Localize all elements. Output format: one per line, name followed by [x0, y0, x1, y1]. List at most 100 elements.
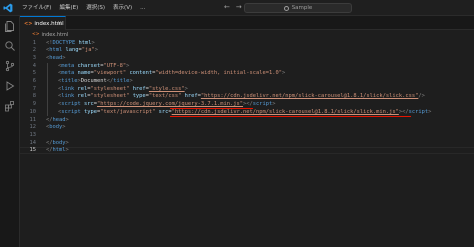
code-token: script [252, 101, 273, 108]
code-token: > [428, 108, 432, 115]
code-token: "stylesheet" [90, 93, 130, 100]
search-label: Sample [291, 5, 313, 11]
breadcrumb: <> index.html [20, 30, 474, 39]
run-debug-icon[interactable] [4, 80, 16, 92]
code-line: 10 <script type="text/javascript" src="ht… [20, 109, 474, 116]
extensions-icon[interactable] [4, 100, 16, 112]
files-icon[interactable] [4, 20, 16, 32]
code-token: title [113, 78, 130, 84]
activity-bar [0, 16, 20, 247]
line-number: 14 [29, 139, 37, 146]
line-number: 10 [29, 108, 37, 115]
close-tab-icon[interactable]: × [57, 20, 62, 27]
line-number: 6 [32, 78, 36, 84]
code-token[interactable]: "https://cdn.jsdelivr.net/npm/slick-caro… [201, 93, 418, 99]
code-token: src [83, 101, 94, 108]
menu-selection[interactable]: 選択(S) [82, 0, 109, 16]
code-token: script [61, 108, 81, 115]
menu-view[interactable]: 表示(V) [109, 0, 136, 16]
code-token: head [49, 54, 63, 61]
code-token: > [62, 54, 66, 61]
line-number: 13 [29, 131, 37, 138]
code-token: html [52, 147, 66, 154]
code-line: 14 </body> [20, 140, 474, 147]
code-token: > [94, 47, 98, 54]
html-file-icon: <> [32, 32, 40, 37]
code-token: body [49, 124, 63, 131]
code-line: 12 <body> [20, 124, 474, 131]
code-text: <!DOCTYPE html> [46, 40, 95, 47]
code-token: type [83, 108, 97, 115]
search-activity-icon[interactable] [4, 40, 16, 52]
code-line: 9 <script src="https://code.jquery.com/jq… [20, 101, 474, 108]
code-token: body [52, 139, 66, 146]
code-text: <html lang="ja"> [46, 47, 98, 54]
code-token: "text/css" [148, 93, 182, 100]
code-editor[interactable]: 1 <!DOCTYPE html> 2 <html lang="ja"> 3 <head>… [20, 39, 474, 247]
title-bar: ファイル(F) 編集(E) 選択(S) 表示(V) ... ← → Sample [0, 0, 474, 16]
breadcrumb-file[interactable]: index.html [42, 32, 69, 38]
code-line: 1 <!DOCTYPE html> [20, 40, 474, 47]
code-token: head [52, 116, 66, 123]
code-token: rel [77, 85, 88, 92]
code-token: > [184, 85, 188, 92]
code-line: 13 [20, 132, 474, 139]
menu-more[interactable]: ... [136, 0, 149, 16]
code-text: <body> [46, 124, 65, 131]
vscode-logo-icon [3, 3, 13, 13]
code-token: "UTF-8" [103, 62, 127, 69]
html-file-icon: <> [24, 20, 33, 27]
code-token[interactable]: "https://cdn.jsdelivr.net/npm/slick-caro… [172, 109, 399, 115]
code-token: > [281, 70, 286, 77]
code-token: href [132, 85, 146, 92]
code-token: > [65, 139, 69, 146]
code-text: <title>Document</title> [58, 78, 133, 85]
code-text: <meta name="viewport" content="width=dev… [58, 70, 285, 77]
editor-tab-bar: <> index.html × [20, 16, 474, 30]
menu-edit[interactable]: 編集(E) [55, 0, 82, 16]
code-text: <script src="https://code.jquery.com/jqu… [58, 101, 276, 108]
code-token: "viewport" [93, 70, 127, 77]
code-token: ></ [398, 108, 409, 115]
search-icon [283, 5, 289, 11]
code-token: content [129, 70, 153, 77]
code-token: /> [418, 93, 425, 100]
line-number: 4 [32, 62, 36, 69]
code-token: name [77, 70, 91, 77]
code-token: > [129, 78, 133, 84]
code-token: script [61, 101, 81, 108]
code-token: link [61, 85, 75, 92]
forward-arrow-icon[interactable]: → [236, 3, 242, 11]
code-token: html [49, 47, 63, 54]
command-center-search[interactable]: Sample [244, 3, 352, 13]
code-token: type [132, 93, 146, 100]
line-number: 3 [32, 54, 36, 61]
code-token: html [78, 39, 92, 46]
code-token: > [65, 116, 69, 123]
tab-index-html[interactable]: <> index.html × [20, 16, 66, 30]
code-token[interactable]: "style.css" [149, 86, 185, 92]
code-line: 11 </head> [20, 117, 474, 124]
menu-file[interactable]: ファイル(F) [18, 0, 55, 16]
nav-arrows: ← → [224, 3, 242, 11]
code-token: "text/javascript" [100, 108, 156, 115]
red-underline-annotation [170, 116, 411, 117]
code-text: </html> [46, 147, 69, 154]
code-token: > [272, 101, 276, 108]
code-token: "width=device-width, initial-scale=1.0" [155, 70, 282, 77]
code-text: <link rel="stylesheet" href="style.css"> [58, 86, 188, 93]
code-text: <link rel="stylesheet" type="text/css" h… [58, 93, 425, 100]
code-token: > [65, 147, 69, 154]
code-token: DOCTYPE [52, 39, 76, 46]
code-token: Document [80, 78, 107, 84]
back-arrow-icon[interactable]: ← [224, 3, 230, 11]
code-line: 7 <link rel="stylesheet" href="style.css"… [20, 86, 474, 93]
code-token: rel [77, 93, 88, 100]
code-token[interactable]: "https://code.jquery.com/jquery-3.7.1.mi… [97, 101, 243, 107]
source-control-icon[interactable] [4, 60, 16, 72]
code-line: 4 <meta charset="UTF-8"> [20, 63, 474, 70]
code-token: meta [61, 62, 75, 69]
line-number: 1 [32, 39, 36, 46]
code-text: </head> [46, 117, 69, 124]
code-line: 5 <meta name="viewport" content="width=de… [20, 70, 474, 77]
